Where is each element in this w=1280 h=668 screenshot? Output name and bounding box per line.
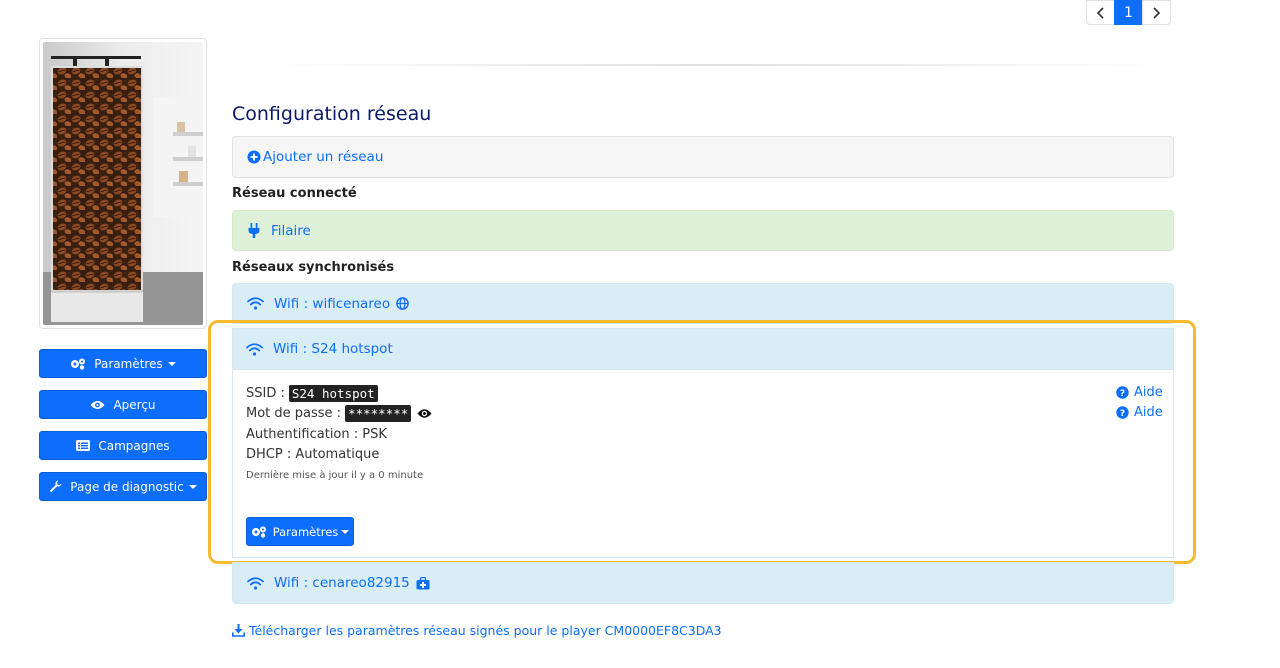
question-circle-icon: ? xyxy=(1116,386,1129,399)
wifi-network-panel-cenareo82915[interactable]: Wifi : cenareo82915 xyxy=(232,562,1174,604)
download-icon xyxy=(232,624,245,637)
ssid-help-link[interactable]: ? Aide xyxy=(1116,385,1163,400)
caret-down-icon xyxy=(167,361,176,366)
ssid-row: SSID : S24 hotspot xyxy=(246,383,432,404)
svg-text:?: ? xyxy=(1120,389,1125,399)
wrench-icon xyxy=(50,480,62,493)
network-details: SSID : S24 hotspot Mot de passe : ******… xyxy=(246,383,432,481)
help-label: Aide xyxy=(1134,405,1163,420)
header-divider xyxy=(260,64,1170,66)
player-preview-image xyxy=(43,42,203,325)
chevron-left-icon xyxy=(1096,6,1104,19)
gears-icon xyxy=(251,526,266,538)
wifi-network-label: Wifi : S24 hotspot xyxy=(273,341,393,357)
connected-network-label: Réseau connecté xyxy=(232,186,357,201)
ssid-value: S24 hotspot xyxy=(288,384,378,402)
eye-icon[interactable] xyxy=(417,408,432,419)
caret-down-icon xyxy=(188,484,197,489)
password-row: Mot de passe : ******** xyxy=(246,404,432,425)
player-preview xyxy=(39,38,207,329)
dhcp-row: DHCP : Automatique xyxy=(246,447,380,463)
chevron-right-icon xyxy=(1153,6,1161,19)
question-circle-icon: ? xyxy=(1116,406,1129,419)
help-label: Aide xyxy=(1134,385,1163,400)
gears-icon xyxy=(71,358,86,370)
wifi-icon xyxy=(247,576,264,590)
download-signed-network-settings-link[interactable]: Télécharger les paramètres réseau signés… xyxy=(232,623,722,638)
list-icon xyxy=(76,440,91,451)
download-link-label: Télécharger les paramètres réseau signés… xyxy=(249,623,722,638)
wired-network-label: Filaire xyxy=(271,222,311,239)
medkit-icon xyxy=(416,576,430,589)
password-label: Mot de passe : xyxy=(246,406,342,422)
svg-text:?: ? xyxy=(1120,409,1125,419)
pagination-page-current[interactable]: 1 xyxy=(1114,0,1143,25)
wifi-network-panel-s24-hotspot: Wifi : S24 hotspot SSID : S24 hotspot Mo… xyxy=(232,328,1174,558)
wifi-network-header[interactable]: Wifi : S24 hotspot xyxy=(233,329,1173,370)
pagination: 1 xyxy=(1086,0,1171,25)
add-network-panel[interactable]: Ajouter un réseau xyxy=(232,136,1174,178)
synced-networks-label: Réseaux synchronisés xyxy=(232,260,395,275)
campaigns-button[interactable]: Campagnes xyxy=(39,431,207,460)
password-help-link[interactable]: ? Aide xyxy=(1116,405,1163,420)
wifi-network-label: Wifi : wificenareo xyxy=(274,295,391,312)
ssid-label: SSID : xyxy=(246,385,285,401)
wifi-icon xyxy=(247,297,264,310)
parameters-button-label: Paramètres xyxy=(94,356,163,371)
wired-network-panel[interactable]: Filaire xyxy=(232,210,1174,251)
pagination-next-button[interactable] xyxy=(1142,0,1171,25)
parameters-button-label: Paramètres xyxy=(272,524,339,539)
caret-down-icon xyxy=(341,529,350,534)
wifi-icon xyxy=(246,342,263,356)
plus-circle-icon xyxy=(247,150,261,164)
diagnostic-page-dropdown-button[interactable]: Page de diagnostic xyxy=(39,472,207,501)
eye-icon xyxy=(90,400,105,409)
preview-button[interactable]: Aperçu xyxy=(39,390,207,419)
page-title: Configuration réseau xyxy=(232,103,432,125)
network-parameters-dropdown-button[interactable]: Paramètres xyxy=(246,517,354,546)
parameters-dropdown-button[interactable]: Paramètres xyxy=(39,349,207,378)
diagnostic-button-label: Page de diagnostic xyxy=(70,479,184,494)
pagination-prev-button[interactable] xyxy=(1086,0,1115,25)
preview-button-label: Aperçu xyxy=(113,397,156,412)
globe-icon xyxy=(396,297,409,310)
wifi-network-panel-wificenareo[interactable]: Wifi : wificenareo xyxy=(232,283,1174,324)
add-network-link[interactable]: Ajouter un réseau xyxy=(263,149,383,165)
plug-icon xyxy=(248,223,260,238)
campaigns-button-label: Campagnes xyxy=(98,438,170,453)
auth-row: Authentification : PSK xyxy=(246,426,387,442)
last-updated: Dernière mise à jour il y a 0 minute xyxy=(246,470,424,481)
wifi-network-label: Wifi : cenareo82915 xyxy=(274,575,410,591)
password-value: ******** xyxy=(345,405,412,423)
